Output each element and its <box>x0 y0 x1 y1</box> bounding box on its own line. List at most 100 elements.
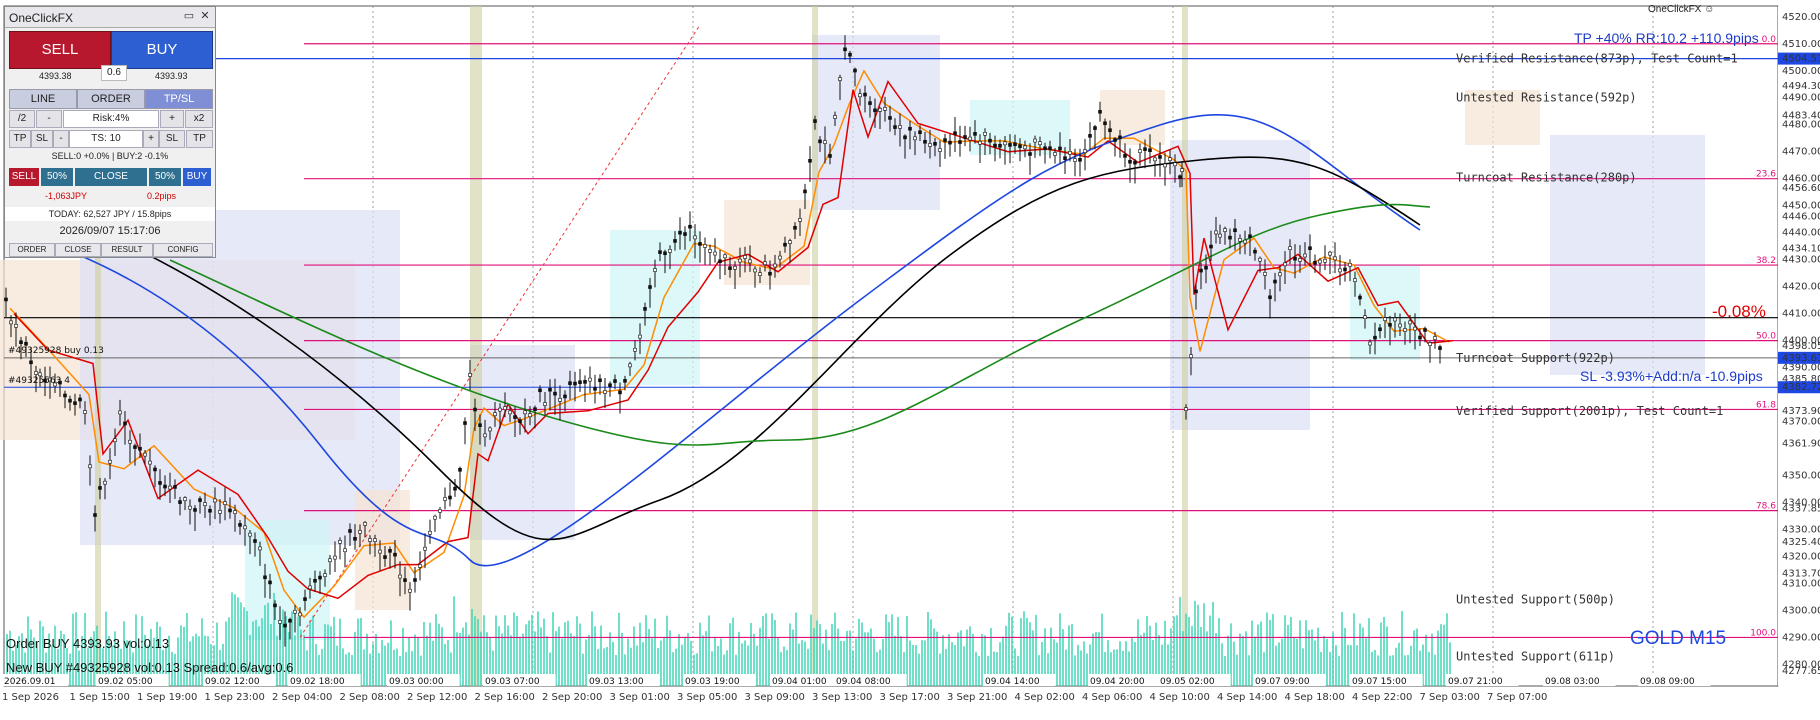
tab-line[interactable]: LINE <box>9 89 77 109</box>
candle-body <box>218 510 222 514</box>
buy-button[interactable]: BUY <box>111 31 213 69</box>
candle-body <box>1293 256 1297 261</box>
candle-body <box>683 232 687 236</box>
candle-body <box>1068 150 1072 155</box>
session-label: 09.04 20:00 <box>1090 677 1145 687</box>
session-zone <box>724 200 810 285</box>
price-tick-label: 4350.00 <box>1782 471 1820 482</box>
candle-body <box>103 480 107 485</box>
tp-left-button[interactable]: TP <box>9 130 31 148</box>
candle-body <box>1368 341 1372 346</box>
risk-minus-button[interactable]: - <box>36 110 62 128</box>
price-tag-label: 4393.61 <box>1782 353 1820 364</box>
footer-config-button[interactable]: CONFIG <box>153 243 213 257</box>
candle-body <box>413 578 417 582</box>
candle-body <box>863 92 867 97</box>
candle-body <box>828 154 832 158</box>
price-tick-label: 4337.85 <box>1782 503 1820 514</box>
session-label: 09.08 09:00 <box>1640 677 1695 687</box>
candle-body <box>1173 162 1177 167</box>
volume-bar <box>468 634 470 686</box>
candle-body <box>1048 146 1052 150</box>
candle-body <box>108 459 112 464</box>
candle-body <box>603 390 607 394</box>
volume-bar <box>957 632 959 686</box>
volume-bar <box>762 616 764 686</box>
half-button[interactable]: /2 <box>9 110 35 128</box>
sr-level-label: Turncoat Support(922p) <box>1456 351 1615 365</box>
candle-body <box>788 240 792 244</box>
volume-bar <box>1056 642 1058 686</box>
candle-body <box>133 445 137 449</box>
candle-body <box>1433 336 1437 340</box>
ts-plus-button[interactable]: + <box>143 130 159 148</box>
panel-titlebar[interactable]: OneClickFX ▭ ✕ <box>5 7 215 28</box>
candle-body <box>1178 175 1182 179</box>
candle-body <box>1038 141 1042 145</box>
candle-body <box>458 467 462 472</box>
volume-bar <box>564 622 566 686</box>
session-marker <box>812 6 818 686</box>
price-chart[interactable]: 0.0 23.6 38.2 50.0 61.8 78.6 100.0 4520.00 4510… <box>0 0 1820 720</box>
price-tick-label: 4390.00 <box>1782 363 1820 374</box>
volume-bar <box>462 627 464 686</box>
candle-body <box>893 125 897 129</box>
close-all-button[interactable]: CLOSE <box>75 168 147 186</box>
volume-bar <box>960 630 962 686</box>
close-buy-button[interactable]: BUY <box>183 168 211 186</box>
volume-bar <box>768 638 770 686</box>
footer-close-button[interactable]: CLOSE <box>55 243 101 257</box>
position-tag: #49325928 buy 0.13 <box>8 346 104 356</box>
today-summary: TODAY: 62,527 JPY / 15.8pips <box>5 207 215 221</box>
tab-order[interactable]: ORDER <box>77 89 145 109</box>
candle-body <box>1138 149 1142 153</box>
candle-body <box>708 249 712 253</box>
risk-field[interactable]: Risk:4% <box>63 110 159 128</box>
price-tick-label: 4480.00 <box>1782 120 1820 131</box>
footer-result-button[interactable]: RESULT <box>101 243 153 257</box>
candle-body <box>738 258 742 263</box>
volume-bar <box>1332 632 1334 686</box>
volume-bar <box>384 645 386 686</box>
candle-body <box>423 546 427 551</box>
close-half-buy-button[interactable]: 50% <box>149 168 181 186</box>
candle-body <box>1233 228 1237 233</box>
ts-field[interactable]: TS: 10 <box>69 130 143 148</box>
candle-body <box>258 546 262 551</box>
candle-body <box>728 266 732 271</box>
candle-body <box>743 255 747 259</box>
close-icon[interactable]: ✕ <box>199 10 211 22</box>
minimize-icon[interactable]: ▭ <box>183 10 195 22</box>
double-button[interactable]: x2 <box>185 110 213 128</box>
time-tick-label: 2 Sep 16:00 <box>475 692 535 703</box>
tp-right-button[interactable]: TP <box>186 130 213 148</box>
symbol-label: GOLD M15 <box>1630 628 1727 649</box>
volume-bar <box>453 596 455 686</box>
candle-body <box>1388 323 1392 327</box>
candle-body <box>673 239 677 243</box>
candle-body <box>1083 149 1087 153</box>
candle-body <box>278 620 282 624</box>
time-tick-label: 2 Sep 20:00 <box>542 692 602 703</box>
sl-right-button[interactable]: SL <box>159 130 185 148</box>
footer-order-button[interactable]: ORDER <box>9 243 55 257</box>
close-sell-button[interactable]: SELL <box>9 168 39 186</box>
ts-minus-button[interactable]: - <box>53 130 69 148</box>
session-marker <box>476 6 482 686</box>
candle-body <box>88 464 92 469</box>
tab-tpsl[interactable]: TP/SL <box>145 89 213 109</box>
fib-percent-label: 38.2 <box>1756 256 1776 266</box>
time-tick-label: 4 Sep 18:00 <box>1285 692 1345 703</box>
close-half-sell-button[interactable]: 50% <box>41 168 73 186</box>
session-zone <box>610 230 700 385</box>
candle-body <box>1053 152 1057 156</box>
sl-left-button[interactable]: SL <box>31 130 53 148</box>
candle-body <box>193 508 197 512</box>
candle-body <box>608 383 612 387</box>
candle-body <box>293 609 297 614</box>
volume-bar <box>669 630 671 686</box>
sell-button[interactable]: SELL <box>9 31 111 69</box>
candle-body <box>468 373 472 377</box>
risk-plus-button[interactable]: + <box>160 110 184 128</box>
candle-body <box>1214 230 1218 235</box>
